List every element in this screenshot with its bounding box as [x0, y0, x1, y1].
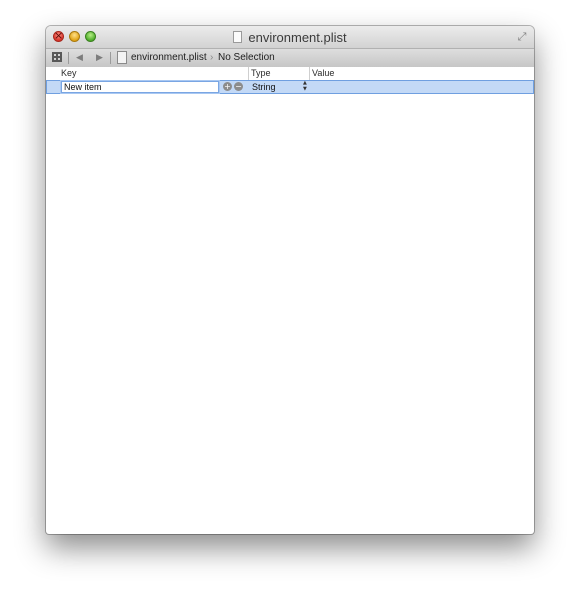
- forward-arrow-icon[interactable]: ▶: [96, 50, 103, 66]
- jump-bar: ◀ ▶ environment.plist › No Selection: [46, 48, 534, 68]
- editor-window: environment.plist ⤢ ◀ ▶ environment.plis…: [46, 26, 534, 534]
- remove-item-icon[interactable]: −: [234, 82, 243, 91]
- type-stepper-icon[interactable]: ▲ ▼: [303, 80, 309, 92]
- breadcrumb-selection[interactable]: No Selection: [218, 49, 275, 67]
- jump-bar-divider: [110, 52, 111, 64]
- window-title: environment.plist: [248, 29, 347, 45]
- type-value: String: [252, 82, 276, 92]
- key-field[interactable]: [61, 81, 219, 93]
- fullscreen-icon[interactable]: ⤢: [516, 31, 528, 43]
- column-header: Key Type Value: [46, 67, 534, 81]
- window-title-wrap: environment.plist: [46, 26, 534, 48]
- column-key[interactable]: Key: [61, 67, 77, 80]
- jump-bar-divider: [68, 52, 69, 64]
- column-type[interactable]: Type: [251, 67, 271, 80]
- column-value[interactable]: Value: [312, 67, 334, 80]
- add-item-icon[interactable]: +: [223, 82, 232, 91]
- breadcrumb-chevron-icon: ›: [210, 52, 214, 63]
- column-divider[interactable]: [309, 67, 310, 80]
- document-icon: [233, 31, 243, 43]
- column-divider[interactable]: [248, 67, 249, 80]
- title-bar[interactable]: environment.plist ⤢: [46, 26, 534, 48]
- related-items-icon[interactable]: [52, 52, 62, 62]
- breadcrumb-file[interactable]: environment.plist: [131, 49, 207, 67]
- back-arrow-icon[interactable]: ◀: [76, 50, 83, 66]
- plist-file-icon: [117, 51, 127, 64]
- table-row[interactable]: + − String ▲▼: [46, 80, 534, 94]
